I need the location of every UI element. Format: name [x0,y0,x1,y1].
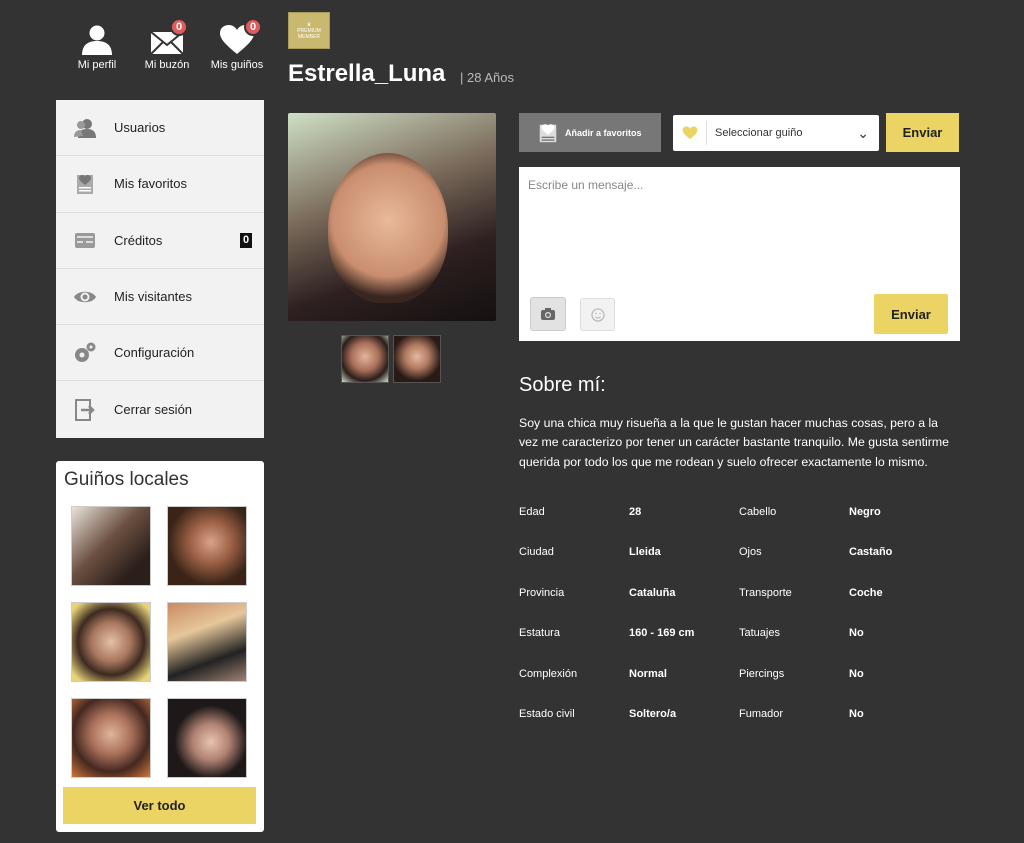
send-message-button[interactable]: Enviar [874,294,948,334]
local-user-photo[interactable] [71,698,151,778]
sidebar-item-label: Mis visitantes [114,289,193,305]
chevron-down-icon: ⌄ [857,124,869,141]
facts-row: Ciudad Lleida Ojos Castaño [519,546,959,586]
message-input[interactable]: Escribe un mensaje... [528,178,643,192]
my-profile-label: Mi perfil [77,59,117,71]
facts-row: Complexión Normal Piercings No [519,668,959,708]
fact-value: Lleida [629,546,661,559]
favorites-icon [77,174,93,194]
profile-facts: Edad 28 Cabello Negro Ciudad Lleida Ojos… [519,506,959,748]
sidebar-item-credits[interactable]: Créditos 0 [56,213,264,269]
winks-count-badge: 0 [244,18,262,36]
logout-icon [75,398,95,421]
fact-key: Ojos [739,546,762,559]
eye-icon [74,291,96,302]
credits-icon [75,233,95,249]
fact-value: Soltero/a [629,707,677,720]
sidebar-item-users[interactable]: Usuarios [56,100,264,157]
fact-key: Estatura [519,627,560,640]
facts-row: Estado civil Soltero/a Fumador No [519,708,959,748]
my-profile-link[interactable]: Mi perfil [62,24,132,71]
about-title: Sobre mí: [519,374,606,396]
fact-value: Cataluña [629,586,676,599]
profile-main-photo[interactable] [288,113,496,321]
gear-icon [75,342,96,362]
premium-badge-line-2: MEMBER [298,33,320,40]
fact-value: Normal [629,667,667,680]
smiley-icon [590,307,605,322]
wink-select[interactable]: Seleccionar guiño ⌄ [673,115,879,151]
inbox-label: Mi buzón [144,59,190,71]
local-winks-panel: Guiños locales Ver todo [56,461,264,832]
credits-count-badge: 0 [240,232,252,248]
camera-icon [541,308,555,320]
fact-value: No [849,627,864,640]
photo-thumbnails [341,335,441,383]
profile-age: | 28 Años [460,70,514,85]
about-text: Soy una chica muy risueña a la que le gu… [519,416,949,469]
inbox-count-badge: 0 [170,18,188,36]
top-nav: Mi perfil 0 Mi buzón 0 Mis guiños [62,18,272,71]
fact-value: No [849,707,864,720]
fact-key: Piercings [739,667,785,680]
sidebar-item-label: Configuración [114,345,195,361]
fact-key: Cabello [739,506,777,518]
sidebar-menu: Usuarios Mis favoritos Créditos 0 Mis vi… [56,100,264,438]
fact-value: 28 [629,506,642,518]
fact-value: 160 - 169 cm [629,627,695,640]
facts-row: Estatura 160 - 169 cm Tatuajes No [519,627,959,667]
message-composer: Escribe un mensaje... Enviar [519,167,960,341]
sidebar-item-favorites[interactable]: Mis favoritos [56,156,264,213]
local-winks-title: Guiños locales [64,469,189,490]
fact-value: Coche [849,586,883,599]
photo-thumbnail[interactable] [393,335,441,383]
sidebar-item-settings[interactable]: Configuración [56,325,264,382]
heart-icon [682,126,697,140]
fact-key: Estado civil [519,707,575,720]
sidebar-item-visitors[interactable]: Mis visitantes [56,269,264,326]
local-user-photo[interactable] [71,602,151,682]
winks-label: Mis guiños [210,59,264,71]
local-user-photo[interactable] [71,506,151,586]
facts-row: Provincia Cataluña Transporte Coche [519,587,959,627]
fact-value: Negro [849,506,881,518]
fact-key: Ciudad [519,546,554,559]
fact-key: Fumador [739,707,784,720]
users-icon [74,118,96,138]
fact-key: Edad [519,506,545,518]
local-user-photo[interactable] [167,602,247,682]
profile-username: Estrella_Luna [288,60,446,87]
sidebar-item-label: Usuarios [114,120,166,136]
send-wink-button[interactable]: Enviar [886,113,959,152]
fact-key: Tatuajes [739,627,780,640]
fact-value: No [849,667,864,680]
premium-member-badge: ♛ PREMIUM MEMBER [288,12,330,49]
emoji-button[interactable] [580,298,615,331]
sidebar-item-label: Créditos [114,232,163,248]
sidebar-item-logout[interactable]: Cerrar sesión [56,381,264,437]
attach-photo-button[interactable] [530,297,566,331]
fact-value: Castaño [849,546,893,559]
photo-thumbnail[interactable] [341,335,389,383]
fact-key: Provincia [519,586,565,599]
sidebar-item-label: Cerrar sesión [114,402,193,418]
favorites-icon [539,123,557,142]
fact-key: Complexión [519,667,578,680]
inbox-link[interactable]: 0 Mi buzón [132,18,202,71]
sidebar-item-label: Mis favoritos [114,176,187,192]
local-winks-grid [71,506,247,778]
facts-row: Edad 28 Cabello Negro [519,506,959,546]
see-all-button[interactable]: Ver todo [63,787,256,824]
winks-link[interactable]: 0 Mis guiños [202,18,272,71]
add-to-favorites-label: Añadir a favoritos [565,127,642,138]
user-icon [82,25,112,55]
add-to-favorites-button[interactable]: Añadir a favoritos [519,113,661,152]
local-user-photo[interactable] [167,506,247,586]
wink-select-value: Seleccionar guiño [715,127,803,139]
local-user-photo[interactable] [167,698,247,778]
fact-key: Transporte [739,586,792,599]
